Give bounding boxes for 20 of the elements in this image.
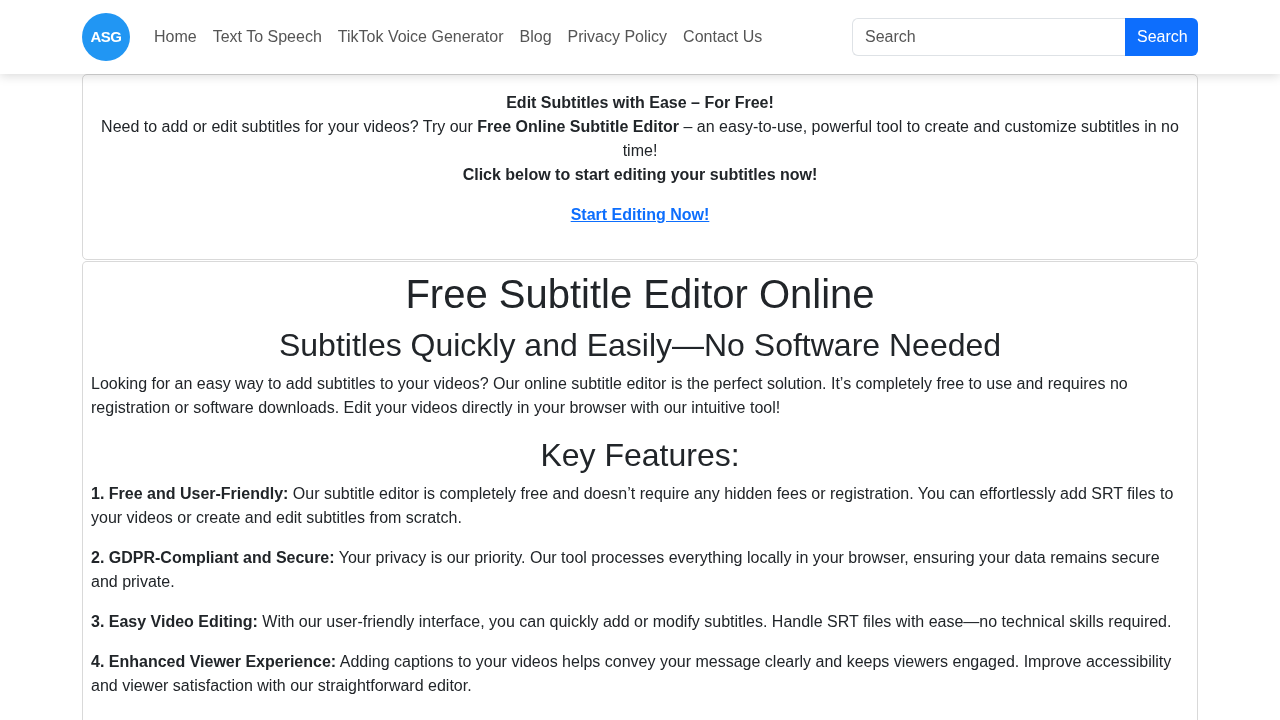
intro-paragraph: Looking for an easy way to add subtitles to your videos? Our online subtitle editor is the perfect solution. It’s completely free to use and requires no registration or software downloads. Edit your videos directly in your browser with our intuitive tool!: [91, 374, 1129, 418]
promo-title: Edit Subtitles with Ease – For Free!: [505, 93, 775, 113]
features-heading: Key Features:: [539, 436, 741, 474]
search-field[interactable]: Search: [852, 18, 1125, 56]
promo-text: Need to add or edit subtitles for your videos? Try our Free Online Subtitle Editor – an easy-to-use, powerful tool to create and customize subtitles in no time!: [100, 117, 1180, 161]
page-subtitle: Subtitles Quickly and Easily—No Software Needed: [277, 326, 1003, 364]
nav-link[interactable]: Contact Us: [675, 25, 771, 49]
nav-link[interactable]: TikTok Voice Generator: [329, 25, 512, 49]
nav-link[interactable]: Privacy Policy: [559, 25, 676, 49]
call-to-action-text: Click below to start editing your subtitles now!: [461, 165, 819, 185]
feature-paragraph: 2. GDPR-Compliant and Secure: Your privacy is our priority. Our tool processes everything locally in your browser, ensuring your data remains secure and private.: [91, 548, 1161, 592]
nav-link[interactable]: Blog: [511, 25, 560, 49]
search-button[interactable]: Search: [1125, 18, 1198, 56]
page-title: Free Subtitle Editor Online: [404, 271, 876, 318]
nav-link[interactable]: Home: [146, 25, 205, 49]
nav-link[interactable]: Text To Speech: [204, 25, 330, 49]
feature-paragraph: 3. Easy Video Editing: With our user-friendly interface, you can quickly add or modify subtitles. Handle SRT files with ease—no technical skills required.: [91, 612, 1173, 632]
feature-paragraph: 1. Free and User-Friendly: Our subtitle editor is completely free and doesn’t require any hidden fees or registration. You can effortlessly add SRT files to your videos or create and edit subtitles from scratch.: [91, 484, 1175, 528]
start-editing-link[interactable]: Start Editing Now!: [570, 206, 710, 223]
feature-paragraph: 4. Enhanced Viewer Experience: Adding captions to your videos helps convey your message clearly and keeps viewers engaged. Improve accessibility and viewer satisfaction with our straightforward editor.: [91, 652, 1173, 696]
